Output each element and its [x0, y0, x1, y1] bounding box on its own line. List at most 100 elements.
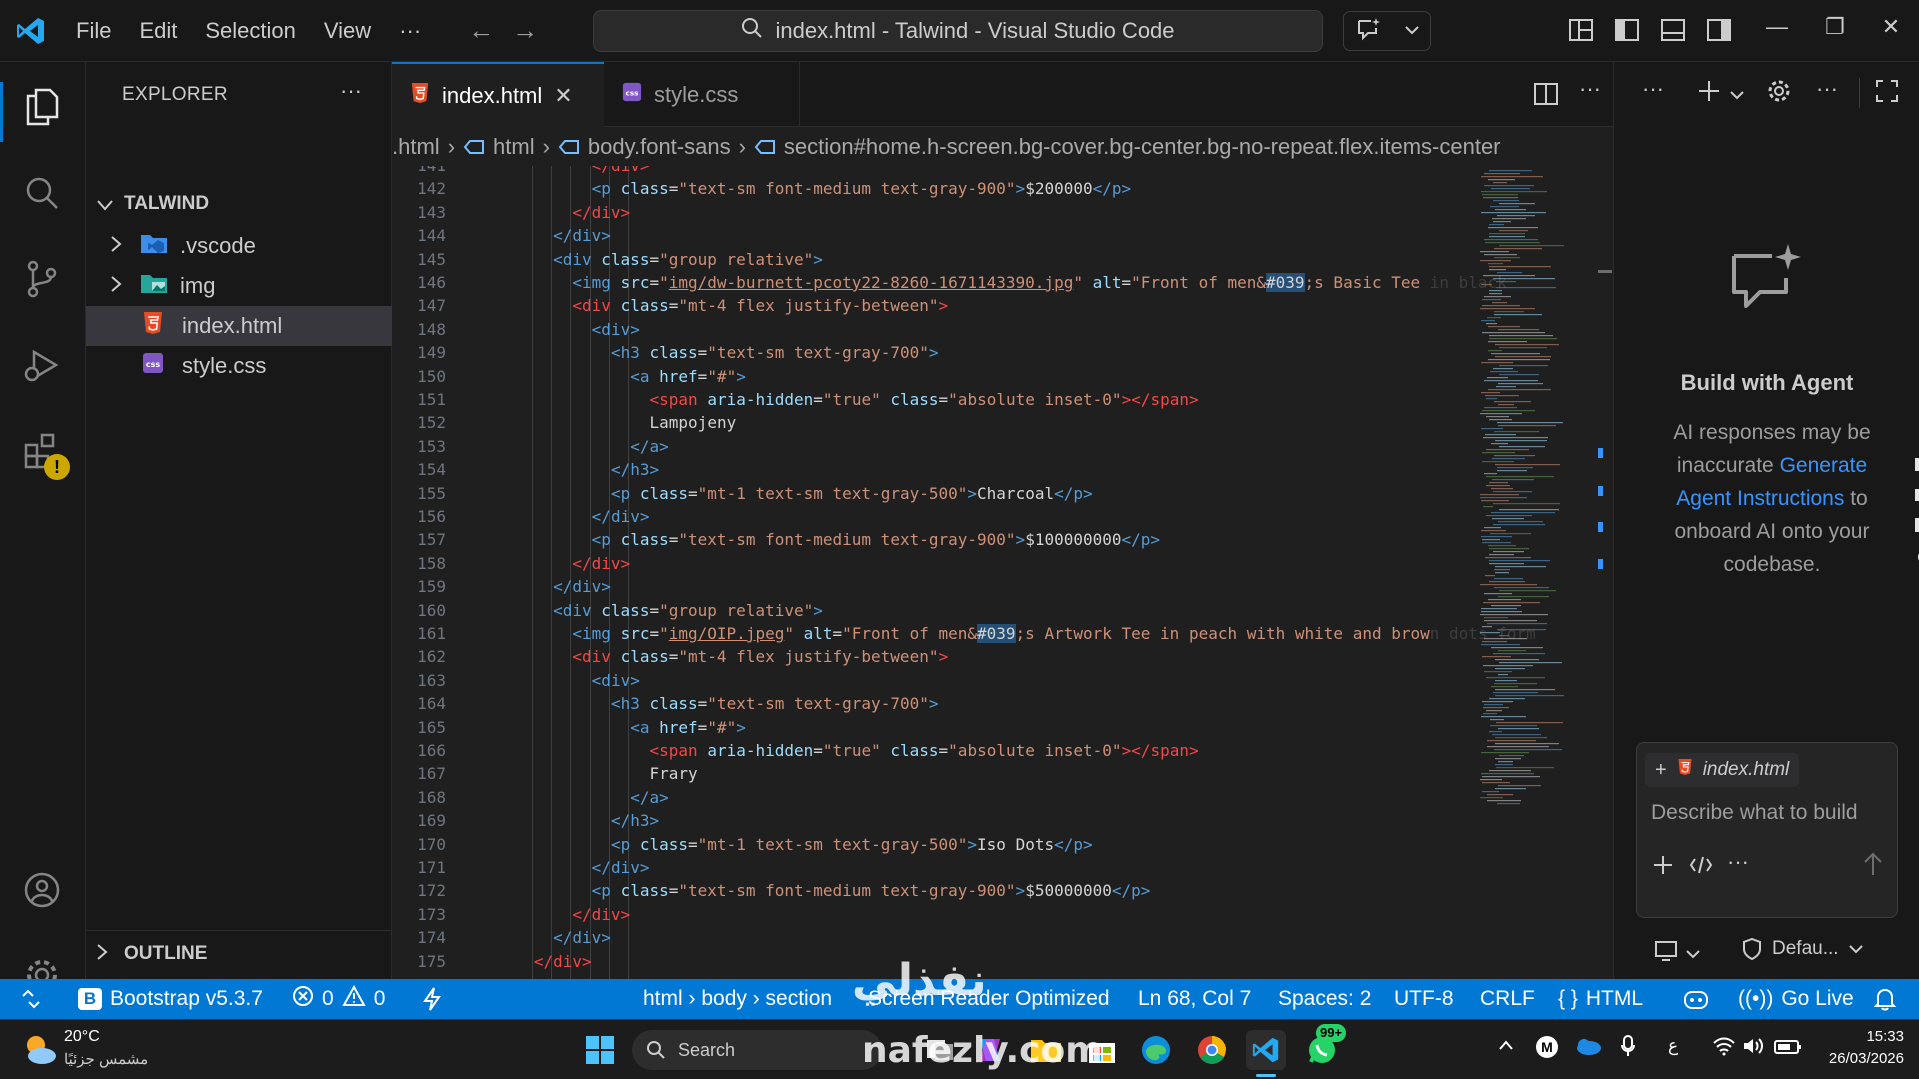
maximize-panel-icon[interactable] [1872, 78, 1902, 108]
problems-item[interactable]: 0 0 [292, 979, 385, 1019]
go-live-item[interactable]: ((•)) Go Live [1738, 979, 1854, 1019]
chat-more-icon[interactable]: ··· [1638, 76, 1668, 106]
code-line[interactable]: 165 <a href="#"> [392, 716, 1613, 739]
lightning-icon[interactable] [422, 979, 442, 1019]
close-window-icon[interactable]: ✕ [1871, 14, 1911, 40]
chat-more-actions-icon[interactable]: ··· [1812, 76, 1842, 106]
file-style-css[interactable]: css style.css [86, 346, 392, 386]
breadcrumb-file[interactable]: .html [392, 134, 440, 160]
tray-app-m-icon[interactable]: M [1536, 1036, 1558, 1058]
toggle-panel-icon[interactable] [1659, 16, 1687, 44]
code-line[interactable]: 163 <div> [392, 669, 1613, 692]
notifications-bell-icon[interactable] [1874, 979, 1896, 1019]
menu-edit[interactable]: Edit [125, 11, 191, 51]
tool-settings-icon[interactable] [1914, 546, 1919, 568]
new-chat-plus-icon[interactable] [1694, 78, 1724, 108]
menu-selection[interactable]: Selection [191, 11, 310, 51]
copilot-icon[interactable] [1682, 979, 1710, 1019]
code-line[interactable]: 147 <div class="mt-4 flex justify-between… [392, 294, 1613, 317]
speaker-volume-icon[interactable] [1742, 1036, 1766, 1061]
code-line[interactable]: 170 <p class="mt-1 text-sm text-gray-500"… [392, 833, 1613, 856]
breadcrumb-section[interactable]: section#home.h-screen.bg-cover.bg-center… [754, 134, 1501, 160]
breadcrumb-body[interactable]: body.font-sans [558, 134, 731, 160]
context-file-chip[interactable]: + index.html [1645, 753, 1800, 787]
code-line[interactable]: 166 <span aria-hidden="true" class="absol… [392, 739, 1613, 762]
tab-style-css[interactable]: css style.css [604, 62, 800, 127]
chat-input-more-icon[interactable]: ··· [1727, 849, 1749, 875]
outline-section[interactable]: OUTLINE [86, 934, 392, 974]
chat-input-placeholder[interactable]: Describe what to build [1651, 801, 1858, 825]
forward-arrow-icon[interactable]: → [503, 15, 547, 46]
cursor-position-item[interactable]: Ln 68, Col 7 [1138, 979, 1251, 1019]
chevron-down-icon[interactable] [1686, 946, 1700, 964]
code-line[interactable]: 175 </div> [392, 950, 1613, 973]
source-control-icon[interactable] [19, 256, 65, 302]
code-line[interactable]: 167 Frary [392, 762, 1613, 785]
indentation-item[interactable]: Spaces: 2 [1278, 979, 1371, 1019]
code-line[interactable]: 169 </h3> [392, 809, 1613, 832]
chat-settings-gear-icon[interactable] [1764, 78, 1794, 108]
add-context-plus-icon[interactable]: + [1655, 759, 1667, 782]
code-line[interactable]: 143 </div> [392, 201, 1613, 224]
weather-sun-cloud-icon[interactable] [22, 1032, 58, 1071]
camera-icon[interactable] [1914, 454, 1919, 476]
code-line[interactable]: 172 <p class="text-sm font-medium text-gr… [392, 879, 1613, 902]
minimap[interactable] [1478, 166, 1598, 979]
bootstrap-version-item[interactable]: B Bootstrap v5.3.7 [78, 979, 263, 1019]
toggle-primary-sidebar-icon[interactable] [1613, 16, 1641, 44]
chat-add-icon[interactable] [1651, 853, 1675, 882]
code-line[interactable]: 156 </div> [392, 505, 1613, 528]
windows-start-icon[interactable] [580, 1030, 620, 1070]
accounts-icon[interactable] [19, 867, 65, 913]
code-line[interactable]: 152 Lampojeny [392, 411, 1613, 434]
split-editor-icon[interactable] [1532, 80, 1560, 113]
restore-icon[interactable]: ❐ [1815, 14, 1855, 40]
menu-file[interactable]: File [62, 11, 125, 51]
chat-toggle-button[interactable] [1343, 11, 1431, 51]
code-line[interactable]: 173 </div> [392, 903, 1613, 926]
code-line[interactable]: 160 <div class="group relative"> [392, 599, 1613, 622]
encoding-item[interactable]: UTF-8 [1394, 979, 1454, 1019]
chrome-browser-icon[interactable] [1192, 1030, 1232, 1070]
code-line[interactable]: 171 </div> [392, 856, 1613, 879]
chevron-up-icon[interactable] [1498, 1038, 1514, 1056]
back-arrow-icon[interactable]: ← [459, 15, 503, 46]
code-line[interactable]: 144 </div> [392, 224, 1613, 247]
explorer-files-icon[interactable] [19, 84, 65, 130]
taskbar-search-box[interactable]: Search [632, 1030, 882, 1070]
clock-date[interactable]: 26/03/2026 [1812, 1050, 1904, 1067]
code-line[interactable]: 145 <div class="group relative"> [392, 248, 1613, 271]
run-debug-icon[interactable] [19, 342, 65, 388]
code-line[interactable]: 149 <h3 class="text-sm text-gray-700"> [392, 341, 1613, 364]
code-line[interactable]: 150 <a href="#"> [392, 365, 1613, 388]
vscode-taskbar-icon[interactable] [1246, 1030, 1286, 1070]
code-line[interactable]: 157 <p class="text-sm font-medium text-gr… [392, 528, 1613, 551]
editor-more-actions-icon[interactable]: ··· [1579, 76, 1601, 102]
code-line[interactable]: 151 <span aria-hidden="true" class="absol… [392, 388, 1613, 411]
input-language-indicator[interactable]: ع [1668, 1036, 1678, 1056]
toggle-secondary-sidebar-icon[interactable] [1705, 16, 1733, 44]
menu-view[interactable]: View [310, 11, 385, 51]
code-line[interactable]: 161 <img src="img/OIP.jpeg" alt="Front of… [392, 622, 1613, 645]
code-line[interactable]: 162 <div class="mt-4 flex justify-between… [392, 645, 1613, 668]
element-path-item[interactable]: html › body › section [643, 979, 832, 1019]
code-line[interactable]: 154 </h3> [392, 458, 1613, 481]
code-line[interactable]: 148 <div> [392, 318, 1613, 341]
code-line[interactable]: 142 <p class="text-sm font-medium text-gr… [392, 177, 1613, 200]
send-arrow-up-icon[interactable] [1861, 851, 1885, 882]
clock-time[interactable]: 15:33 [1832, 1028, 1904, 1045]
language-mode-item[interactable]: { } HTML [1558, 979, 1643, 1019]
folder-vscode[interactable]: .vscode [86, 226, 392, 266]
scrollbar-thumb[interactable] [1598, 270, 1612, 273]
code-line[interactable]: 164 <h3 class="text-sm text-gray-700"> [392, 692, 1613, 715]
chevron-down-icon[interactable] [1722, 80, 1752, 110]
code-line[interactable]: 174 </div> [392, 926, 1613, 949]
code-line[interactable]: 168 </a> [392, 786, 1613, 809]
code-editor[interactable]: 141</div>142<p class="text-sm font-mediu… [392, 166, 1613, 979]
menu-more[interactable]: ··· [385, 11, 435, 51]
chat-location-icon[interactable] [1654, 940, 1678, 967]
editor-scrollbar[interactable] [1598, 166, 1613, 979]
code-line[interactable]: 159 </div> [392, 575, 1613, 598]
file-index-html[interactable]: index.html [86, 306, 392, 346]
breadcrumb-html[interactable]: html [463, 134, 535, 160]
